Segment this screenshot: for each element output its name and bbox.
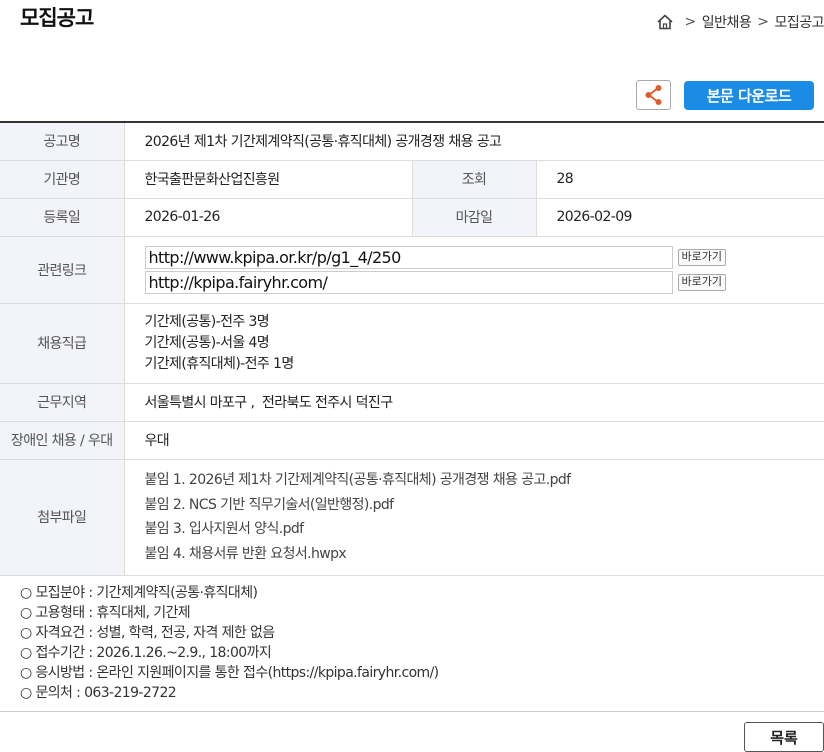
download-button[interactable]: 본문 다운로드 xyxy=(684,81,814,110)
page-title: 모집공고 xyxy=(20,6,94,30)
file-link-4[interactable]: 붙임 4. 채용서류 반환 요청서.hwpx xyxy=(145,542,824,567)
breadcrumb-sep: > xyxy=(757,14,769,30)
go-button-1[interactable]: 바로가기 xyxy=(677,248,726,266)
region-value: 서울특별시 마포구 , 전라북도 전주시 덕진구 xyxy=(124,383,824,422)
share-button[interactable] xyxy=(636,80,671,110)
breadcrumb-item-notice[interactable]: 모집공고 xyxy=(774,12,824,32)
link-row: http://kpipa.fairyhr.com/ 바로가기 xyxy=(144,270,824,295)
note-item: ○ 자격요건 : 성별, 학력, 전공, 자격 제한 없음 xyxy=(20,625,275,641)
table-row: 첨부파일 붙임 1. 2026년 제1차 기간제계약직(공통·휴직대체) 공개경… xyxy=(0,459,824,576)
note-item: ○ 문의처 : 063-219-2722 xyxy=(20,685,177,701)
links-label: 관련링크 xyxy=(0,236,125,304)
position-item: 기간제(공통)-서울 4명 xyxy=(144,334,270,351)
breadcrumb-sep: > xyxy=(684,14,696,30)
link-row: http://www.kpipa.or.kr/p/g1_4/250 바로가기 xyxy=(144,245,824,270)
table-row: 채용직급 기간제(공통)-전주 3명 기간제(공통)-서울 4명 기간제(휴직대… xyxy=(0,303,824,384)
table-row: 관련링크 http://www.kpipa.or.kr/p/g1_4/250 바… xyxy=(0,236,824,304)
go-button-2[interactable]: 바로가기 xyxy=(677,273,726,291)
file-link-3[interactable]: 붙임 3. 입사지원서 양식.pdf xyxy=(145,517,824,542)
views-label: 조회 xyxy=(411,160,537,199)
links-cell: http://www.kpipa.or.kr/p/g1_4/250 바로가기 h… xyxy=(124,236,824,304)
position-item: 기간제(휴직대체)-전주 1명 xyxy=(144,355,295,372)
note-item: ○ 응시방법 : 온라인 지원페이지를 통한 접수(https://kpipa.… xyxy=(20,665,439,681)
table-row: 등록일 2026-01-26 마감일 2026-02-09 xyxy=(0,198,824,237)
breadcrumb-item-general[interactable]: 일반채용 xyxy=(702,12,752,32)
deadline-label: 마감일 xyxy=(411,198,537,237)
home-icon[interactable] xyxy=(656,13,674,31)
notes: ○ 모집분야 : 기간제계약직(공통·휴직대체) ○ 고용형태 : 휴직대체, … xyxy=(20,583,439,703)
file-link-1[interactable]: 붙임 1. 2026년 제1차 기간제계약직(공통·휴직대체) 공개경쟁 채용 … xyxy=(145,468,824,493)
table-row: 장애인 채용 / 우대 우대 xyxy=(0,421,824,460)
note-item: ○ 접수기간 : 2026.1.26.~2.9., 18:00까지 xyxy=(20,645,272,661)
table-row: 근무지역 서울특별시 마포구 , 전라북도 전주시 덕진구 xyxy=(0,383,824,422)
link-url-1[interactable]: http://www.kpipa.or.kr/p/g1_4/250 xyxy=(144,245,673,269)
title-label: 공고명 xyxy=(0,122,125,161)
breadcrumb: > 일반채용 > 모집공고 xyxy=(656,12,824,32)
list-button[interactable]: 목록 xyxy=(744,722,824,752)
reg-value: 2026-01-26 xyxy=(124,198,412,237)
org-value: 한국출판문화산업진흥원 xyxy=(124,160,412,199)
files-cell: 붙임 1. 2026년 제1차 기간제계약직(공통·휴직대체) 공개경쟁 채용 … xyxy=(124,459,824,576)
note-item: ○ 고용형태 : 휴직대체, 기간제 xyxy=(20,605,191,621)
reg-label: 등록일 xyxy=(0,198,125,237)
title-value: 2026년 제1차 기간제계약직(공통·휴직대체) 공개경쟁 채용 공고 xyxy=(124,122,824,161)
views-value: 28 xyxy=(536,160,824,199)
org-label: 기관명 xyxy=(0,160,125,199)
positions-cell: 기간제(공통)-전주 3명 기간제(공통)-서울 4명 기간제(휴직대체)-전주… xyxy=(124,303,824,384)
region-label: 근무지역 xyxy=(0,383,125,422)
table-row: 공고명 2026년 제1차 기간제계약직(공통·휴직대체) 공개경쟁 채용 공고 xyxy=(0,122,824,161)
deadline-value: 2026-02-09 xyxy=(536,198,824,237)
position-item: 기간제(공통)-전주 3명 xyxy=(144,313,270,330)
disabled-value: 우대 xyxy=(124,421,824,460)
positions-label: 채용직급 xyxy=(0,303,125,384)
link-url-2[interactable]: http://kpipa.fairyhr.com/ xyxy=(144,270,673,294)
disabled-label: 장애인 채용 / 우대 xyxy=(0,421,125,460)
table-row: 기관명 한국출판문화산업진흥원 조회 28 xyxy=(0,160,824,199)
file-link-2[interactable]: 붙임 2. NCS 기반 직무기술서(일반행정).pdf xyxy=(145,493,824,518)
info-table: 공고명 2026년 제1차 기간제계약직(공통·휴직대체) 공개경쟁 채용 공고… xyxy=(0,121,824,576)
share-icon xyxy=(645,85,661,105)
note-item: ○ 모집분야 : 기간제계약직(공통·휴직대체) xyxy=(20,585,258,601)
divider xyxy=(0,711,824,712)
files-label: 첨부파일 xyxy=(0,459,125,576)
